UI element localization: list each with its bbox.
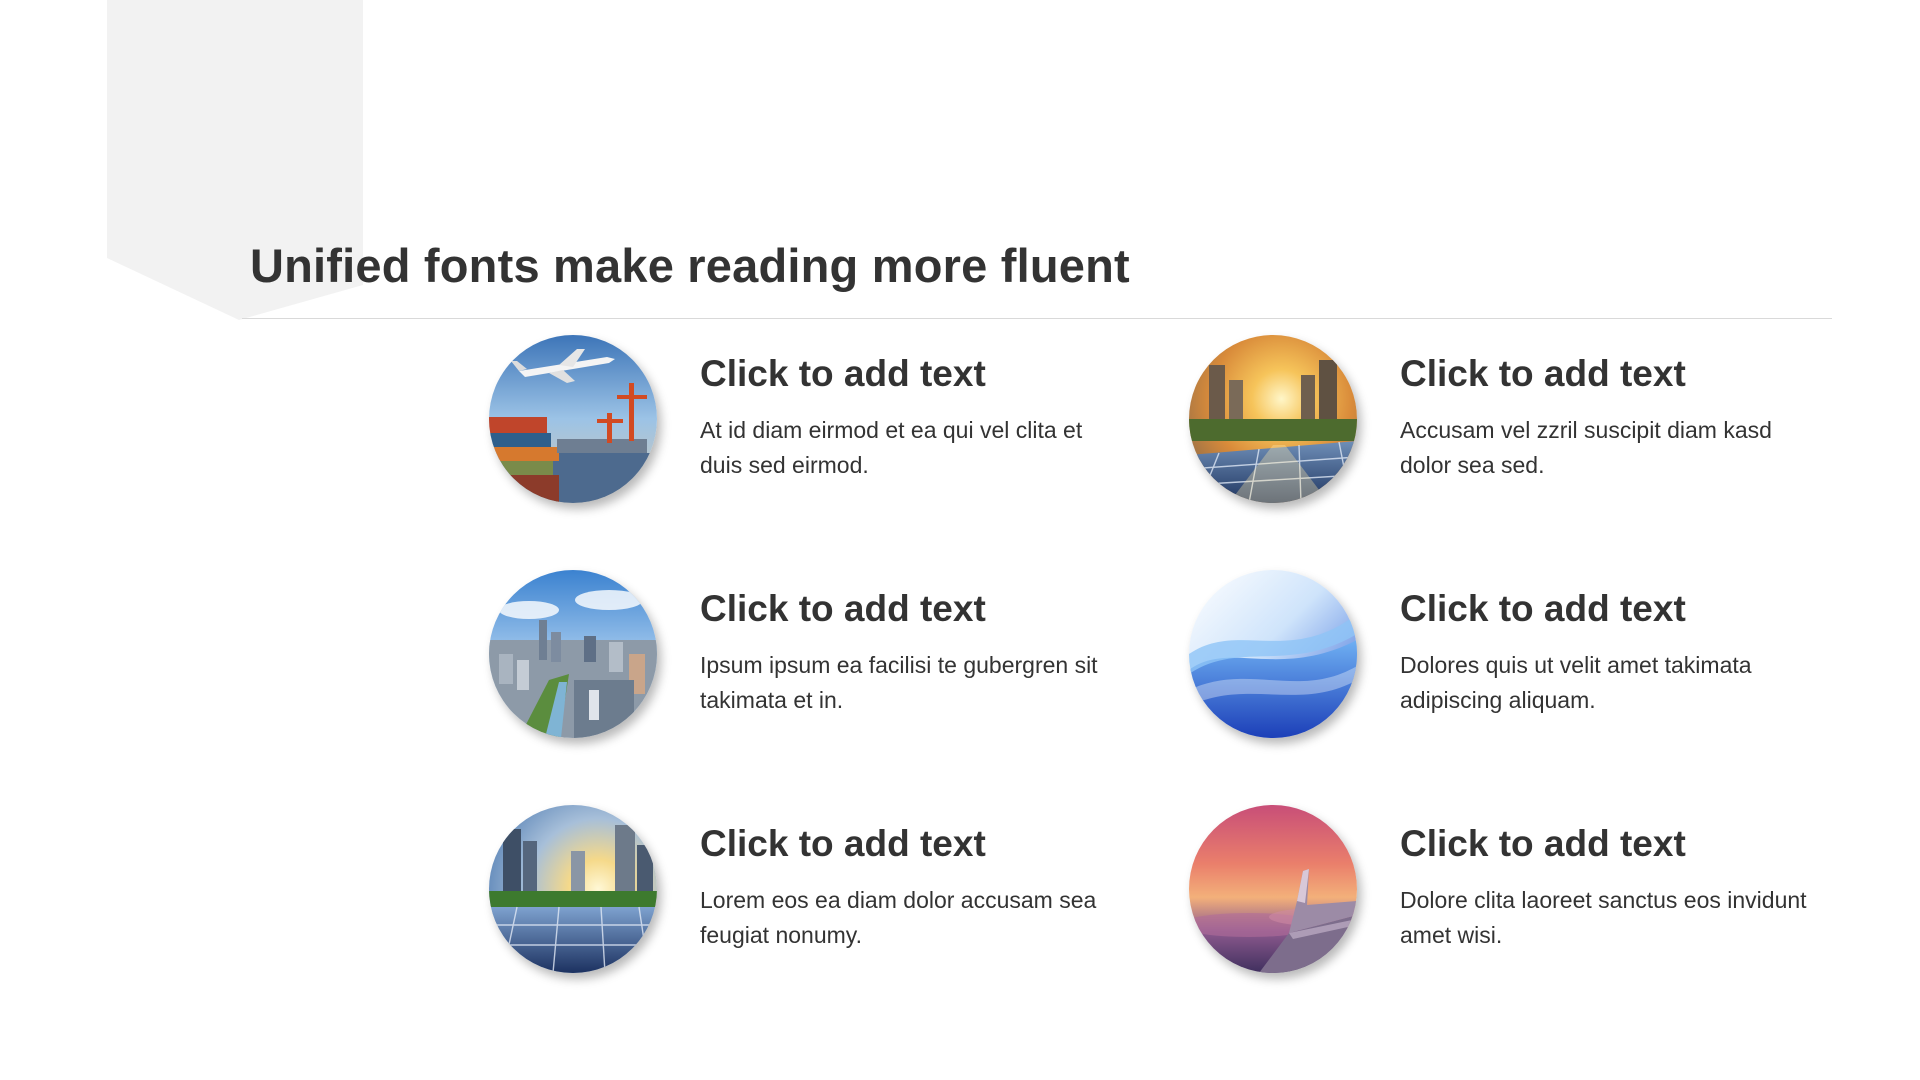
card-body[interactable]: At id diam eirmod et ea qui vel clita et… (700, 413, 1120, 483)
feature-card-6[interactable]: Click to add text Dolore clita laoreet s… (1189, 805, 1889, 975)
card-body[interactable]: Dolore clita laoreet sanctus eos invidun… (1400, 883, 1820, 953)
card-heading[interactable]: Click to add text (1400, 823, 1686, 865)
page-title[interactable]: Unified fonts make reading more fluent (250, 238, 1130, 293)
sunset-city-with-solar-panels-image (1189, 335, 1357, 503)
airplane-wing-at-sunset-image (1189, 805, 1357, 973)
card-heading[interactable]: Click to add text (700, 823, 986, 865)
card-body[interactable]: Ipsum ipsum ea facilisi te gubergren sit… (700, 648, 1120, 718)
feature-card-5[interactable]: Click to add text Lorem eos ea diam dolo… (489, 805, 1189, 975)
solar-panels-and-skyscrapers-image (489, 805, 657, 973)
card-heading[interactable]: Click to add text (700, 588, 986, 630)
feature-card-1[interactable]: Click to add text At id diam eirmod et e… (489, 335, 1189, 505)
feature-card-4[interactable]: Click to add text Dolores quis ut velit … (1189, 570, 1889, 740)
card-body[interactable]: Dolores quis ut velit amet takimata adip… (1400, 648, 1820, 718)
city-skyline-aerial-image (489, 570, 657, 738)
title-divider (242, 318, 1832, 319)
card-heading[interactable]: Click to add text (1400, 588, 1686, 630)
feature-card-2[interactable]: Click to add text Accusam vel zzril susc… (1189, 335, 1889, 505)
card-body[interactable]: Lorem eos ea diam dolor accusam sea feug… (700, 883, 1120, 953)
card-body[interactable]: Accusam vel zzril suscipit diam kasd dol… (1400, 413, 1820, 483)
slide: Unified fonts make reading more fluent C… (0, 0, 1920, 1080)
card-heading[interactable]: Click to add text (700, 353, 986, 395)
airplane-over-cargo-port-image (489, 335, 657, 503)
blue-abstract-wave-image (1189, 570, 1357, 738)
card-heading[interactable]: Click to add text (1400, 353, 1686, 395)
feature-card-3[interactable]: Click to add text Ipsum ipsum ea facilis… (489, 570, 1189, 740)
